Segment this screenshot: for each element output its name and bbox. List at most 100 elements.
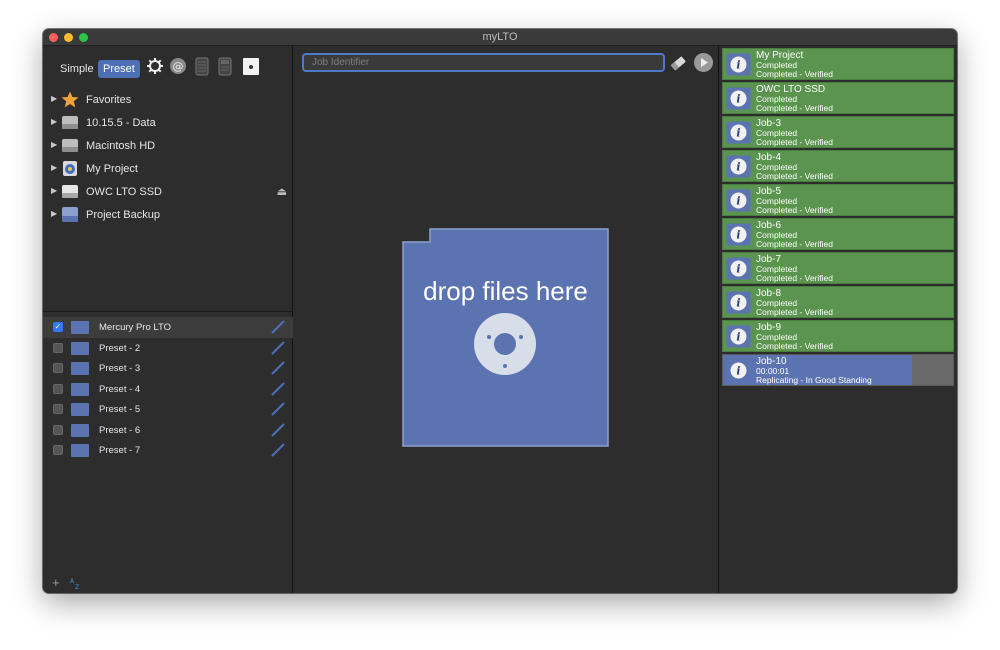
- svg-text:i: i: [736, 297, 740, 310]
- edit-pencil-icon[interactable]: [271, 320, 285, 334]
- preset-checkbox[interactable]: [53, 445, 63, 455]
- sort-az-icon[interactable]: A Z: [70, 577, 82, 589]
- disclosure-arrow-icon[interactable]: ▶: [51, 94, 57, 103]
- preset-row[interactable]: Preset - 2: [43, 338, 293, 359]
- svg-text:i: i: [736, 195, 740, 208]
- job-item[interactable]: i Job-8 Completed Completed - Verified: [722, 286, 954, 318]
- preset-checkbox[interactable]: [53, 383, 63, 394]
- info-icon[interactable]: i: [726, 291, 751, 314]
- edit-pencil-icon[interactable]: [271, 402, 285, 416]
- job-list: i My Project Completed Completed - Verifie…: [720, 46, 957, 593]
- job-identifier-input[interactable]: [302, 53, 665, 72]
- info-icon[interactable]: i: [726, 325, 751, 348]
- job-item[interactable]: i OWC LTO SSD Completed Completed - Verifi…: [722, 82, 954, 114]
- disclosure-arrow-icon[interactable]: ▶: [51, 163, 57, 172]
- info-icon[interactable]: i: [726, 223, 751, 246]
- preset-checkbox[interactable]: [53, 424, 63, 435]
- info-icon[interactable]: i: [726, 155, 751, 178]
- info-icon[interactable]: i: [726, 87, 751, 110]
- add-preset-icon[interactable]: +: [52, 575, 60, 590]
- tape-drive-icon[interactable]: [218, 57, 232, 76]
- tree-item-macintosh-hd[interactable]: ▶ Macintosh HD: [43, 135, 293, 158]
- tape-icon: [71, 362, 89, 375]
- tree-item-label: Macintosh HD: [86, 140, 156, 152]
- job-status: Replicating - In Good Standing: [756, 375, 872, 385]
- edit-pencil-icon[interactable]: [271, 422, 285, 437]
- tree-item-my-project[interactable]: ▶ My Project: [43, 158, 293, 181]
- edit-pencil-icon[interactable]: [271, 381, 285, 396]
- tree-item-owc-lto-ssd[interactable]: ▶ OWC LTO SSD ⏏: [43, 181, 293, 204]
- preset-checkbox[interactable]: [53, 342, 63, 353]
- svg-text:i: i: [736, 161, 740, 174]
- job-verification: Completed - Verified: [756, 273, 834, 283]
- info-icon[interactable]: i: [726, 257, 751, 280]
- eraser-icon[interactable]: [669, 54, 687, 72]
- job-item[interactable]: i Job-5 Completed Completed - Verified: [722, 184, 954, 216]
- edit-pencil-icon[interactable]: [271, 443, 285, 457]
- job-item[interactable]: i Job-4 Completed Completed - Verified: [722, 150, 954, 182]
- email-icon[interactable]: @: [169, 57, 187, 75]
- preset-mode-button[interactable]: Preset: [98, 60, 140, 78]
- job-item[interactable]: i Job-3 Completed Completed - Verified: [722, 116, 954, 148]
- drop-zone[interactable]: [402, 228, 609, 447]
- preset-label: Mercury Pro LTO: [99, 322, 171, 333]
- main-pane: drop files here: [294, 46, 719, 593]
- tree-item-label: OWC LTO SSD: [86, 186, 162, 198]
- job-verification: Completed - Verified: [756, 239, 834, 249]
- preset-checkbox[interactable]: [53, 363, 63, 373]
- tape-icon: [71, 341, 89, 355]
- preset-row[interactable]: Preset - 6: [43, 420, 293, 441]
- preset-label: Preset - 5: [99, 404, 141, 415]
- job-verification: Completed - Verified: [756, 69, 834, 79]
- play-button[interactable]: [694, 53, 713, 72]
- gear-icon[interactable]: [146, 57, 164, 75]
- job-item[interactable]: i Job-6 Completed Completed - Verified: [722, 218, 954, 250]
- preset-row[interactable]: Preset - 3: [43, 358, 293, 379]
- tape-reel-icon: [474, 313, 536, 375]
- svg-text:i: i: [736, 263, 740, 276]
- preset-checkbox[interactable]: [53, 404, 63, 414]
- svg-text:i: i: [736, 93, 740, 106]
- info-icon[interactable]: i: [726, 121, 751, 144]
- preset-row[interactable]: Preset - 4: [43, 379, 293, 400]
- svg-text:i: i: [736, 331, 740, 344]
- job-item[interactable]: i Job-9 Completed Completed - Verified: [722, 320, 954, 352]
- disclosure-arrow-icon[interactable]: ▶: [51, 117, 57, 126]
- disclosure-arrow-icon[interactable]: ▶: [51, 140, 57, 149]
- svg-text:@: @: [173, 60, 184, 73]
- preset-list: ✓ Mercury Pro LTO Preset - 2 Preset - 3: [43, 317, 293, 461]
- source-tree: ▶ Favorites ▶ 10.15.5 - Data ▶ Macintosh…: [43, 89, 293, 227]
- tape-icon: [71, 321, 89, 334]
- disk-icon[interactable]: [242, 57, 260, 76]
- info-icon[interactable]: i: [726, 189, 751, 212]
- split-divider[interactable]: [43, 311, 293, 312]
- play-icon: [701, 58, 708, 67]
- preset-label: Preset - 6: [99, 424, 141, 436]
- svg-text:Z: Z: [75, 584, 79, 589]
- job-item-active[interactable]: i Job-10 00:00:01 Replicating - In Good St…: [722, 354, 954, 386]
- tree-item-favorites[interactable]: ▶ Favorites: [43, 89, 293, 112]
- preset-label: Preset - 3: [99, 363, 141, 374]
- disclosure-arrow-icon[interactable]: ▶: [51, 209, 57, 218]
- job-verification: Completed - Verified: [756, 137, 834, 147]
- simple-mode-button[interactable]: Simple: [55, 60, 99, 78]
- preset-row[interactable]: Preset - 7: [43, 440, 293, 461]
- info-icon[interactable]: i: [726, 359, 751, 382]
- info-icon[interactable]: i: [726, 53, 751, 76]
- eject-icon[interactable]: ⏏: [277, 185, 287, 198]
- tree-item-data-volume[interactable]: ▶ 10.15.5 - Data: [43, 112, 293, 135]
- preset-row[interactable]: ✓ Mercury Pro LTO: [43, 317, 293, 338]
- preset-checkbox[interactable]: ✓: [53, 322, 63, 332]
- device-icon[interactable]: [195, 57, 209, 76]
- job-verification: Completed - Verified: [756, 103, 834, 113]
- tree-item-project-backup[interactable]: ▶ Project Backup: [43, 204, 293, 227]
- window-title: myLTO: [482, 31, 518, 43]
- edit-pencil-icon[interactable]: [271, 340, 285, 355]
- drop-zone-label: drop files here: [423, 276, 588, 306]
- job-item[interactable]: i Job-7 Completed Completed - Verified: [722, 252, 954, 284]
- preset-row[interactable]: Preset - 5: [43, 399, 293, 420]
- job-item[interactable]: i My Project Completed Completed - Verifie…: [722, 48, 954, 80]
- tape-icon: [71, 403, 89, 416]
- edit-pencil-icon[interactable]: [271, 361, 285, 375]
- disclosure-arrow-icon[interactable]: ▶: [51, 186, 57, 195]
